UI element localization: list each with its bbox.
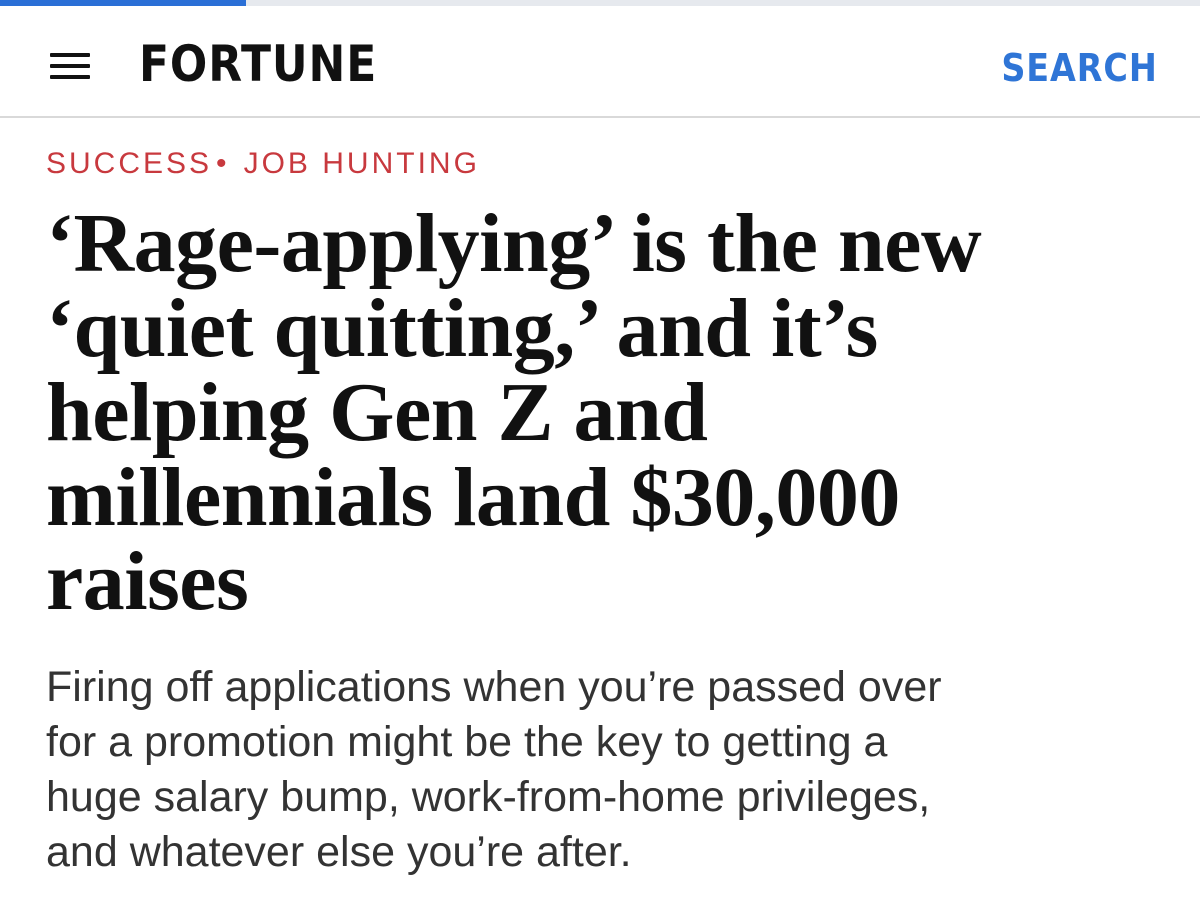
dek-line: and whatever else you’re after.	[46, 828, 632, 876]
section-link-success[interactable]: SUCCESS	[46, 147, 212, 180]
article-headline: ‘Rage-applying’ is the new ‘quiet quitti…	[46, 197, 1166, 628]
headline-line: helping Gen Z and	[46, 366, 708, 459]
dek-line: huge salary bump, work-from-home privile…	[46, 773, 931, 821]
headline-line: ‘quiet quitting,’ and it’s	[46, 281, 878, 375]
hamburger-menu-icon[interactable]	[50, 53, 90, 79]
topic-link-job-hunting[interactable]: JOB HUNTING	[244, 147, 480, 180]
dek-line: Firing off applications when you’re pass…	[46, 663, 942, 711]
article-kicker: SUCCESS • JOB HUNTING	[46, 144, 480, 184]
kicker-separator: •	[216, 147, 230, 180]
site-header: FORTUNE SEARCH	[0, 6, 1200, 118]
search-button[interactable]: SEARCH	[1002, 40, 1158, 96]
dek-line: for a promotion might be the key to gett…	[46, 718, 888, 766]
headline-line: raises	[46, 535, 249, 628]
article-page: FORTUNE SEARCH SUCCESS • JOB HUNTING ‘Rage…	[0, 0, 1200, 919]
headline-line: millennials land $30,000	[46, 450, 900, 544]
headline-line: ‘Rage-applying’ is the new	[46, 197, 982, 290]
article-dek: Firing off applications when you’re pass…	[46, 660, 1166, 880]
site-logo[interactable]: FORTUNE	[139, 26, 377, 102]
